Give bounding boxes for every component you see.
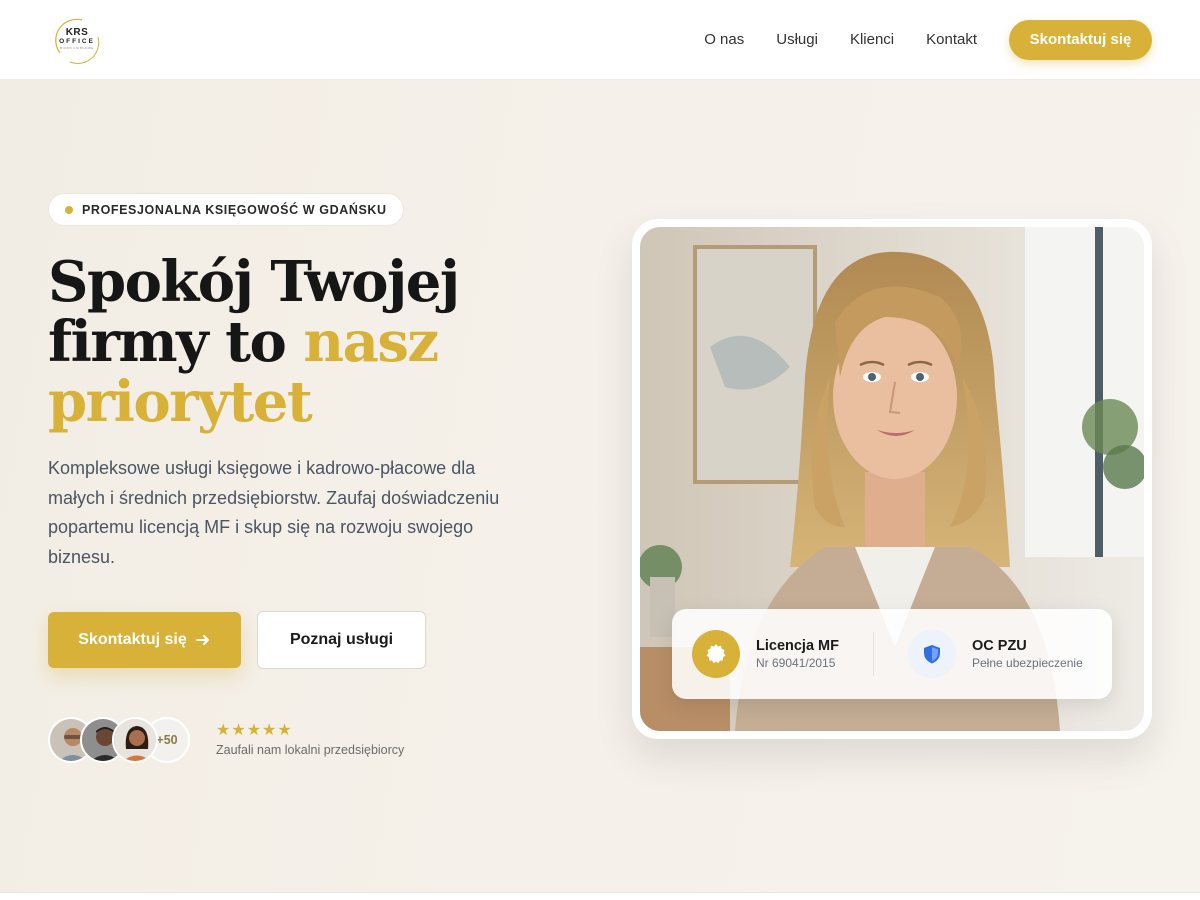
- credentials-panel: Licencja MF Nr 69041/2015 OC PZU Pełne u…: [672, 609, 1112, 699]
- site-header: KRS OFFICE BIURO KSIĘGOWE O nas Usługi K…: [0, 0, 1200, 80]
- badge-text: PROFESJONALNA KSIĘGOWOŚĆ W GDAŃSKU: [82, 202, 387, 217]
- services-button[interactable]: Poznaj usługi: [257, 611, 426, 669]
- arrow-right-icon: [195, 635, 209, 645]
- rating-text: Zaufali nam lokalni przedsiębiorcy: [216, 743, 405, 757]
- nav-link-uslugi[interactable]: Usługi: [776, 31, 818, 48]
- license-info: Licencja MF Nr 69041/2015: [692, 630, 874, 678]
- main-nav: O nas Usługi Klienci Kontakt Skontaktuj …: [672, 19, 1152, 60]
- license-icon-wrap: [692, 630, 740, 678]
- nav-link-o-nas[interactable]: O nas: [704, 31, 744, 48]
- logo-tagline: BIURO KSIĘGOWE: [60, 46, 94, 50]
- hero-contact-button[interactable]: Skontaktuj się: [48, 612, 241, 668]
- insurance-title: OC PZU: [972, 638, 1027, 654]
- insurance-icon-wrap: [908, 630, 956, 678]
- hero-contact-label: Skontaktuj się: [78, 631, 187, 648]
- location-badge: PROFESJONALNA KSIĘGOWOŚĆ W GDAŃSKU: [48, 193, 404, 226]
- logo-text-office: OFFICE: [59, 38, 95, 45]
- star-rating-icon: ★★★★★: [216, 722, 293, 739]
- shield-icon: [924, 645, 940, 664]
- section-divider: [0, 892, 1200, 900]
- license-title: Licencja MF: [756, 638, 839, 654]
- seal-badge-icon: [706, 644, 726, 664]
- avatar: [112, 717, 158, 763]
- header-contact-button[interactable]: Skontaktuj się: [1009, 19, 1152, 60]
- badge-dot-icon: [65, 205, 73, 214]
- nav-link-kontakt[interactable]: Kontakt: [926, 31, 977, 48]
- logo[interactable]: KRS OFFICE BIURO KSIĘGOWE: [52, 15, 102, 65]
- insurance-subtitle: Pełne ubezpieczenie: [972, 656, 1083, 670]
- logo-text-krs: KRS: [65, 27, 89, 38]
- license-number: Nr 69041/2015: [756, 656, 836, 670]
- hero-description: Kompleksowe usługi księgowe i kadrowo-pł…: [48, 458, 500, 567]
- client-avatars: +50: [48, 717, 190, 765]
- insurance-info: OC PZU Pełne ubezpieczenie: [908, 630, 1083, 678]
- rating: ★★★★★ Zaufali nam lokalni przedsiębiorcy: [216, 722, 404, 757]
- hero-section: PROFESJONALNA KSIĘGOWOŚĆ W GDAŃSKU Spokó…: [0, 80, 1200, 892]
- nav-link-klienci[interactable]: Klienci: [850, 31, 894, 48]
- hero-title: Spokój Twojej firmy to nasz priorytet: [48, 252, 508, 432]
